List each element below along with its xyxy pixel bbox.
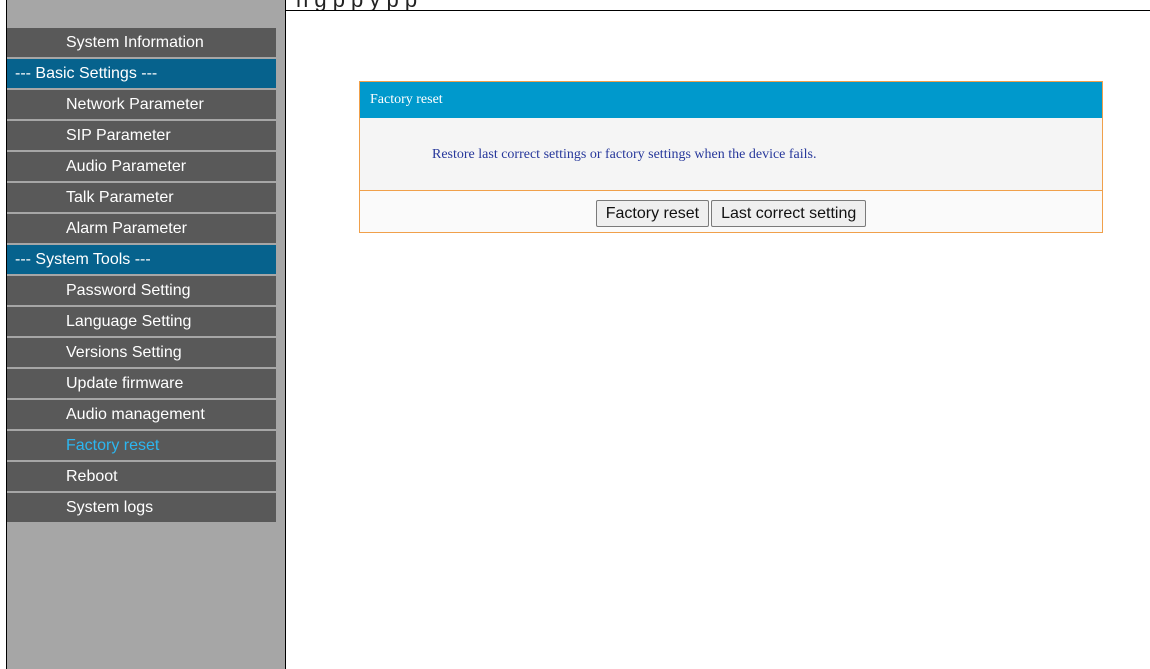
sidebar-item-alarm-parameter[interactable]: Alarm Parameter bbox=[7, 214, 276, 243]
sidebar-item-sip-parameter[interactable]: SIP Parameter bbox=[7, 121, 276, 150]
page: h g p p y p p System Information--- Basi… bbox=[0, 0, 1150, 669]
sidebar-item-system-information[interactable]: System Information bbox=[7, 28, 276, 57]
sidebar-item-update-firmware[interactable]: Update firmware bbox=[7, 369, 276, 398]
sidebar-item-factory-reset[interactable]: Factory reset bbox=[7, 431, 276, 460]
sidebar-item-versions-setting[interactable]: Versions Setting bbox=[7, 338, 276, 367]
sidebar-section-basic-settings: --- Basic Settings --- bbox=[7, 59, 276, 88]
top-divider bbox=[286, 10, 1150, 11]
sidebar-item-audio-parameter[interactable]: Audio Parameter bbox=[7, 152, 276, 181]
factory-reset-panel: Factory reset Restore last correct setti… bbox=[359, 81, 1103, 233]
sidebar-nav-list: System Information --- Basic Settings ---… bbox=[7, 28, 276, 524]
panel-message: Restore last correct settings or factory… bbox=[432, 147, 817, 162]
sidebar-section-system-tools: --- System Tools --- bbox=[7, 245, 276, 274]
sidebar-item-talk-parameter[interactable]: Talk Parameter bbox=[7, 183, 276, 212]
sidebar-item-system-logs[interactable]: System logs bbox=[7, 493, 276, 522]
sidebar-inner: System Information --- Basic Settings ---… bbox=[7, 0, 277, 669]
last-correct-setting-button[interactable]: Last correct setting bbox=[711, 200, 867, 227]
sidebar-item-reboot[interactable]: Reboot bbox=[7, 462, 276, 491]
sidebar-item-language-setting[interactable]: Language Setting bbox=[7, 307, 276, 336]
sidebar: System Information --- Basic Settings ---… bbox=[7, 0, 286, 669]
panel-footer: Factory reset Last correct setting bbox=[360, 191, 1102, 232]
sidebar-item-audio-management[interactable]: Audio management bbox=[7, 400, 276, 429]
panel-body: Restore last correct settings or factory… bbox=[360, 118, 1102, 191]
factory-reset-button[interactable]: Factory reset bbox=[595, 200, 710, 227]
sidebar-item-network-parameter[interactable]: Network Parameter bbox=[7, 90, 276, 119]
sidebar-item-password-setting[interactable]: Password Setting bbox=[7, 276, 276, 305]
clipped-top-text-content: h g p p y p p bbox=[296, 0, 417, 10]
panel-title: Factory reset bbox=[360, 82, 1102, 118]
